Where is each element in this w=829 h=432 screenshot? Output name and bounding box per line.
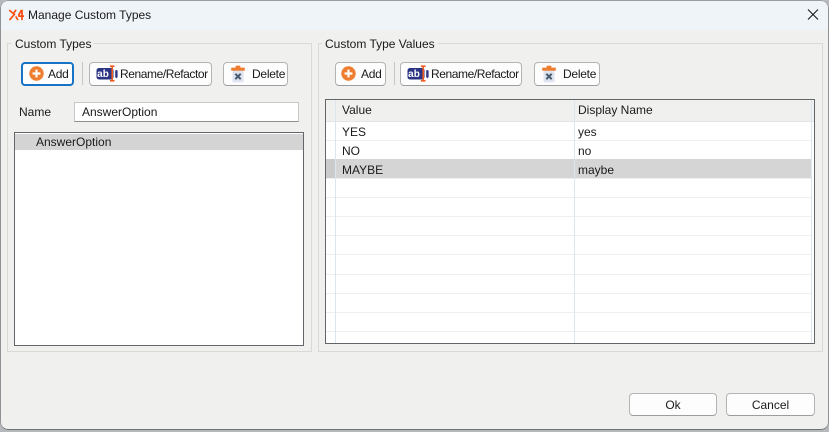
svg-text:ab: ab [97,69,109,80]
svg-text:ab: ab [408,69,420,80]
